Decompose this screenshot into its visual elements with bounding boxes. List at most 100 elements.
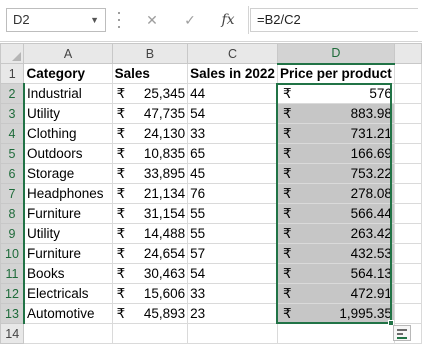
sales-cell[interactable]: ₹33,895 bbox=[111, 163, 189, 184]
insert-function-icon[interactable]: fx bbox=[216, 9, 240, 31]
empty-cell[interactable] bbox=[393, 183, 422, 204]
header-cell-category[interactable]: Category bbox=[23, 63, 113, 84]
sales-2022-cell[interactable]: 23 bbox=[187, 303, 278, 324]
empty-cell[interactable] bbox=[393, 143, 422, 164]
empty-cell[interactable] bbox=[393, 103, 422, 124]
sales-cell[interactable]: ₹24,654 bbox=[111, 243, 189, 264]
sales-cell[interactable]: ₹45,893 bbox=[111, 303, 189, 324]
cancel-icon[interactable]: ✕ bbox=[140, 9, 164, 31]
sales-cell[interactable]: ₹25,345 bbox=[111, 83, 189, 104]
sales-2022-cell[interactable]: 44 bbox=[187, 83, 278, 104]
price-per-product-cell[interactable]: ₹883.98 bbox=[276, 103, 395, 124]
price-per-product-cell[interactable]: ₹472.91 bbox=[276, 283, 395, 304]
sales-cell[interactable]: ₹21,134 bbox=[111, 183, 189, 204]
row-header[interactable]: 10 bbox=[0, 243, 25, 264]
row-header[interactable]: 4 bbox=[0, 123, 25, 144]
row-header[interactable]: 7 bbox=[0, 183, 25, 204]
category-cell[interactable]: Headphones bbox=[23, 183, 113, 204]
column-header-c[interactable]: C bbox=[187, 43, 278, 64]
price-per-product-cell[interactable]: ₹278.08 bbox=[276, 183, 395, 204]
category-cell[interactable]: Electricals bbox=[23, 283, 113, 304]
price-per-product-cell[interactable]: ₹166.69 bbox=[276, 143, 395, 164]
quick-analysis-icon[interactable] bbox=[393, 325, 411, 341]
empty-cell[interactable] bbox=[393, 83, 422, 104]
row-header[interactable]: 11 bbox=[0, 263, 25, 284]
row-header[interactable]: 6 bbox=[0, 163, 25, 184]
price-per-product-cell[interactable]: ₹753.22 bbox=[276, 163, 395, 184]
select-all-button[interactable] bbox=[0, 43, 25, 64]
price-per-product-cell[interactable]: ₹731.21 bbox=[276, 123, 395, 144]
category-cell[interactable]: Storage bbox=[23, 163, 113, 184]
empty-cell[interactable] bbox=[393, 203, 422, 224]
column-header-a[interactable]: A bbox=[23, 43, 113, 64]
price-per-product-cell[interactable]: ₹263.42 bbox=[276, 223, 395, 244]
row-header[interactable]: 12 bbox=[0, 283, 25, 304]
empty-cell[interactable] bbox=[187, 323, 278, 344]
sales-2022-cell[interactable]: 33 bbox=[187, 123, 278, 144]
price-per-product-cell[interactable]: ₹576 bbox=[276, 83, 395, 104]
sales-cell[interactable]: ₹24,130 bbox=[111, 123, 189, 144]
sales-cell[interactable]: ₹15,606 bbox=[111, 283, 189, 304]
sales-cell[interactable]: ₹10,835 bbox=[111, 143, 189, 164]
category-cell[interactable]: Industrial bbox=[23, 83, 113, 104]
price-per-product-cell[interactable]: ₹564.13 bbox=[276, 263, 395, 284]
category-cell[interactable]: Furniture bbox=[23, 243, 113, 264]
category-cell[interactable]: Books bbox=[23, 263, 113, 284]
currency-symbol: ₹ bbox=[282, 205, 292, 221]
empty-cell[interactable] bbox=[393, 223, 422, 244]
empty-cell[interactable] bbox=[23, 323, 113, 344]
empty-cell[interactable] bbox=[276, 323, 395, 344]
row-header[interactable]: 13 bbox=[0, 303, 25, 324]
row-header[interactable]: 9 bbox=[0, 223, 25, 244]
row-header[interactable]: 2 bbox=[0, 83, 25, 104]
price-value: 566.44 bbox=[350, 205, 392, 221]
row-header[interactable]: 8 bbox=[0, 203, 25, 224]
header-cell-sales[interactable]: Sales bbox=[111, 63, 189, 84]
row-header[interactable]: 14 bbox=[0, 323, 25, 344]
enter-icon[interactable]: ✓ bbox=[178, 9, 202, 31]
empty-cell[interactable] bbox=[393, 303, 422, 324]
category-cell[interactable]: Outdoors bbox=[23, 143, 113, 164]
sales-cell[interactable]: ₹30,463 bbox=[111, 263, 189, 284]
formula-input[interactable]: =B2/C2 bbox=[250, 8, 418, 32]
name-box[interactable]: D2 ▼ bbox=[6, 8, 106, 32]
empty-cell[interactable] bbox=[393, 123, 422, 144]
category-cell[interactable]: Furniture bbox=[23, 203, 113, 224]
sales-cell[interactable]: ₹47,735 bbox=[111, 103, 189, 124]
empty-cell[interactable] bbox=[393, 263, 422, 284]
category-cell[interactable]: Clothing bbox=[23, 123, 113, 144]
sales-2022-cell[interactable]: 54 bbox=[187, 263, 278, 284]
drag-handle-icon[interactable] bbox=[118, 12, 122, 28]
sales-cell[interactable]: ₹14,488 bbox=[111, 223, 189, 244]
empty-cell[interactable] bbox=[111, 323, 189, 344]
empty-cell[interactable] bbox=[393, 163, 422, 184]
header-cell-price-per-product[interactable]: Price per product bbox=[276, 63, 395, 84]
sales-2022-cell[interactable]: 55 bbox=[187, 203, 278, 224]
price-value: 263.42 bbox=[350, 225, 392, 241]
column-header-d[interactable]: D bbox=[276, 43, 395, 65]
sales-cell[interactable]: ₹31,154 bbox=[111, 203, 189, 224]
sales-2022-cell[interactable]: 54 bbox=[187, 103, 278, 124]
sales-2022-cell[interactable]: 57 bbox=[187, 243, 278, 264]
sales-2022-cell[interactable]: 65 bbox=[187, 143, 278, 164]
price-per-product-cell[interactable]: ₹566.44 bbox=[276, 203, 395, 224]
chevron-down-icon[interactable]: ▼ bbox=[90, 9, 99, 31]
sales-2022-cell[interactable]: 33 bbox=[187, 283, 278, 304]
row-header[interactable]: 3 bbox=[0, 103, 25, 124]
header-cell-sales-2022[interactable]: Sales in 2022 bbox=[187, 63, 278, 84]
price-per-product-cell[interactable]: ₹1,995.35 bbox=[276, 303, 395, 324]
sales-2022-cell[interactable]: 76 bbox=[187, 183, 278, 204]
category-cell[interactable]: Utility bbox=[23, 223, 113, 244]
column-header-e[interactable] bbox=[393, 43, 422, 64]
empty-cell[interactable] bbox=[393, 243, 422, 264]
sales-2022-cell[interactable]: 55 bbox=[187, 223, 278, 244]
price-per-product-cell[interactable]: ₹432.53 bbox=[276, 243, 395, 264]
category-cell[interactable]: Utility bbox=[23, 103, 113, 124]
category-cell[interactable]: Automotive bbox=[23, 303, 113, 324]
column-header-b[interactable]: B bbox=[111, 43, 189, 64]
row-header[interactable]: 1 bbox=[0, 63, 25, 84]
sales-2022-cell[interactable]: 45 bbox=[187, 163, 278, 184]
empty-cell[interactable] bbox=[393, 283, 422, 304]
row-header[interactable]: 5 bbox=[0, 143, 25, 164]
empty-cell[interactable] bbox=[393, 63, 422, 84]
